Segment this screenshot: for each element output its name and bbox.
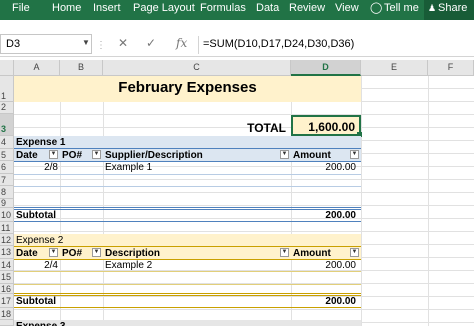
section2-entry-date[interactable]: 2/4 [14, 260, 58, 271]
tab-data[interactable]: Data [256, 0, 279, 20]
section2-subtotal-label[interactable]: Subtotal [16, 296, 56, 307]
row-header-7[interactable]: 7 [0, 174, 14, 186]
total-label[interactable]: TOTAL [200, 121, 286, 135]
row-header-6[interactable]: 6 [0, 161, 14, 174]
tab-file[interactable]: File [12, 0, 30, 20]
row-header-8[interactable]: 8 [0, 186, 14, 199]
section1-rule [14, 207, 361, 208]
filter-dropdown-icon[interactable]: ▼ [350, 248, 359, 257]
section2-rule [14, 284, 361, 285]
section2-rule [14, 271, 361, 272]
filter-dropdown-icon[interactable]: ▼ [49, 248, 58, 257]
section1-entry-description[interactable]: Example 1 [105, 162, 152, 173]
row-header-12[interactable]: 12 [0, 234, 14, 246]
section1-header-po[interactable]: PO# [62, 150, 82, 161]
section2-header-date[interactable]: Date [16, 248, 38, 259]
formula-input[interactable]: =SUM(D10,D17,D24,D30,D36) [198, 36, 474, 54]
section1-subtotal-label[interactable]: Subtotal [16, 210, 56, 221]
section2-header-amount[interactable]: Amount [293, 248, 331, 259]
column-header-b[interactable]: B [60, 60, 103, 76]
section1-rule [14, 174, 361, 175]
gridline [428, 76, 429, 326]
section1-rule [14, 186, 361, 187]
filter-dropdown-icon[interactable]: ▼ [92, 150, 101, 159]
section2-rule [14, 307, 361, 308]
cancel-icon[interactable]: ✕ [118, 36, 128, 50]
tell-me-box[interactable]: Tell me [384, 0, 419, 20]
section3-name[interactable]: Expense 3 [16, 320, 65, 326]
row-header-17[interactable]: 17 [0, 294, 14, 308]
row-header-18[interactable]: 18 [0, 308, 14, 320]
tab-insert[interactable]: Insert [93, 0, 121, 20]
section2-subtotal-value[interactable]: 200.00 [291, 296, 356, 307]
enter-icon[interactable]: ✓ [146, 36, 156, 50]
filter-dropdown-icon[interactable]: ▼ [350, 150, 359, 159]
filter-dropdown-icon[interactable]: ▼ [49, 150, 58, 159]
section2-header-description[interactable]: Description [105, 248, 160, 259]
filter-dropdown-icon[interactable]: ▼ [280, 248, 289, 257]
tab-review[interactable]: Review [289, 0, 325, 20]
section2-header-po[interactable]: PO# [62, 248, 82, 259]
column-header-f[interactable]: F [428, 60, 474, 76]
select-all-corner[interactable] [0, 60, 14, 76]
section1-rule [14, 221, 361, 222]
column-header-a[interactable]: A [14, 60, 60, 76]
sheet-title[interactable]: February Expenses [14, 79, 361, 96]
lightbulb-icon: ◯ [370, 2, 383, 14]
name-box[interactable]: D3 [0, 34, 92, 54]
section1-header-date[interactable]: Date [16, 150, 38, 161]
gridline [60, 76, 61, 326]
tab-view[interactable]: View [335, 0, 359, 20]
formula-text: =SUM(D10,D17,D24,D30,D36) [203, 38, 355, 50]
share-label: Share [438, 2, 468, 14]
row-header-5[interactable]: 5 [0, 149, 14, 161]
insert-function-icon[interactable]: fx [176, 36, 187, 50]
row-header-1[interactable]: 1 [0, 76, 14, 102]
row-header-10[interactable]: 10 [0, 208, 14, 222]
column-header-e[interactable]: E [361, 60, 428, 76]
total-value[interactable]: 1,600.00 [291, 120, 355, 134]
row-header-3[interactable]: 3 [0, 114, 14, 136]
row-header-9[interactable]: 9 [0, 199, 14, 208]
section1-name[interactable]: Expense 1 [16, 137, 65, 148]
section2-rule [14, 293, 361, 294]
more-icon: ⋮ [96, 40, 106, 51]
section1-header-amount[interactable]: Amount [293, 150, 331, 161]
section3-name-fill [14, 320, 361, 326]
name-box-value: D3 [6, 38, 21, 50]
tab-home[interactable]: Home [52, 0, 81, 20]
section2-entry-description[interactable]: Example 2 [105, 260, 152, 271]
section1-entry-amount[interactable]: 200.00 [291, 162, 356, 173]
row-header-11[interactable]: 11 [0, 222, 14, 234]
filter-dropdown-icon[interactable]: ▼ [280, 150, 289, 159]
row-header-14[interactable]: 14 [0, 259, 14, 271]
tab-page-layout[interactable]: Page Layout [133, 0, 195, 20]
tab-formulas[interactable]: Formulas [200, 0, 246, 20]
section1-subtotal-value[interactable]: 200.00 [291, 210, 356, 221]
filter-dropdown-icon[interactable]: ▼ [92, 248, 101, 257]
section2-name-fill [14, 234, 361, 246]
row-header-15[interactable]: 15 [0, 271, 14, 284]
person-icon: ♟ [428, 3, 437, 13]
column-header-c[interactable]: C [103, 60, 291, 76]
ribbon-collapsed-band [0, 20, 474, 32]
row-header-13[interactable]: 13 [0, 246, 14, 259]
chevron-down-icon[interactable]: ▼ [82, 38, 90, 47]
section2-entry-amount[interactable]: 200.00 [291, 260, 356, 271]
gridline [361, 76, 362, 326]
row-header-16[interactable]: 16 [0, 284, 14, 294]
row-header-4[interactable]: 4 [0, 136, 14, 149]
ribbon: File Home Insert Page Layout Formulas Da… [0, 0, 474, 20]
section1-header-description[interactable]: Supplier/Description [105, 150, 203, 161]
share-button[interactable]: ♟ Share [424, 0, 474, 20]
column-header-d[interactable]: D [291, 60, 361, 76]
gridline [103, 76, 104, 326]
section2-name[interactable]: Expense 2 [16, 235, 63, 246]
row-header-2[interactable]: 2 [0, 102, 14, 114]
section1-entry-date[interactable]: 2/8 [14, 162, 58, 173]
row-header-partial[interactable] [0, 320, 14, 326]
cell-grid[interactable] [14, 76, 474, 326]
gridline [291, 76, 292, 326]
